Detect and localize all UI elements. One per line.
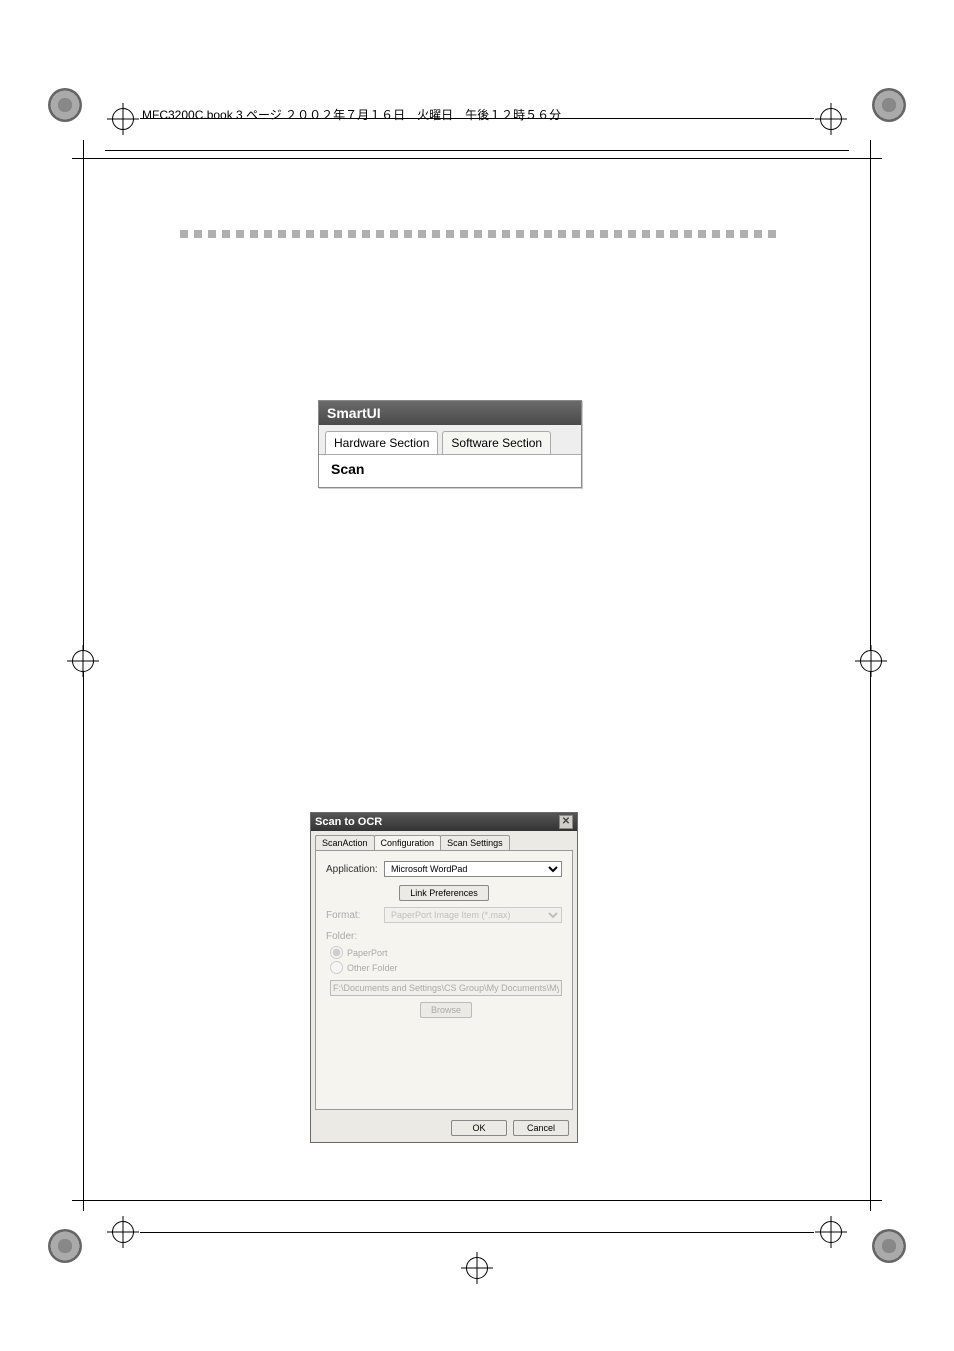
format-select: PaperPort Image Item (*.max) [384, 907, 562, 923]
dialog-titlebar: Scan to OCR ✕ [311, 813, 577, 831]
format-label: Format: [326, 910, 378, 921]
tab-scanaction[interactable]: ScanAction [315, 835, 375, 850]
close-button[interactable]: ✕ [559, 815, 573, 829]
browse-button: Browse [420, 1002, 472, 1018]
cancel-button[interactable]: Cancel [513, 1120, 569, 1136]
dialog-button-row: OK Cancel [311, 1114, 577, 1142]
register-mark-icon [72, 650, 94, 672]
smartui-window: SmartUI Hardware Section Software Sectio… [318, 400, 582, 488]
register-mark-icon [820, 108, 842, 130]
application-label: Application: [326, 864, 378, 875]
tab-software-section[interactable]: Software Section [442, 431, 551, 454]
page-header-text: MFC3200C.book 3 ページ ２００２年７月１６日 火曜日 午後１２時… [142, 106, 561, 123]
tab-hardware-section[interactable]: Hardware Section [325, 431, 438, 454]
crop-hole-icon [48, 1229, 82, 1263]
smartui-body-label: Scan [319, 454, 581, 487]
register-mark-icon [466, 1257, 488, 1279]
crop-hole-icon [48, 88, 82, 122]
radio-paperport-label: PaperPort [347, 948, 388, 958]
tab-configuration[interactable]: Configuration [374, 835, 442, 850]
scan-to-ocr-dialog: Scan to OCR ✕ ScanAction Configuration S… [310, 812, 578, 1143]
link-preferences-button[interactable]: Link Preferences [399, 885, 489, 901]
tab-scansettings[interactable]: Scan Settings [440, 835, 510, 850]
radio-other-folder-label: Other Folder [347, 963, 398, 973]
smartui-tabstrip: Hardware Section Software Section [319, 425, 581, 454]
crop-line [140, 1232, 814, 1233]
folder-label: Folder: [326, 931, 562, 942]
crop-hole-icon [872, 1229, 906, 1263]
dialog-tabstrip: ScanAction Configuration Scan Settings [311, 831, 577, 850]
register-mark-icon [820, 1221, 842, 1243]
radio-paperport [330, 946, 343, 959]
dialog-panel: Application: Microsoft WordPad Link Pref… [315, 850, 573, 1110]
register-mark-icon [860, 650, 882, 672]
application-select[interactable]: Microsoft WordPad [384, 861, 562, 877]
folder-path-input [330, 980, 562, 996]
crop-hole-icon [872, 88, 906, 122]
register-mark-icon [112, 1221, 134, 1243]
section-divider [180, 230, 774, 238]
ok-button[interactable]: OK [451, 1120, 507, 1136]
dialog-title-text: Scan to OCR [315, 816, 382, 828]
radio-other-folder [330, 961, 343, 974]
crop-line [72, 158, 882, 159]
crop-line [105, 150, 849, 151]
register-mark-icon [112, 108, 134, 130]
folder-options: PaperPort Other Folder Browse [330, 946, 562, 1018]
crop-line [72, 1200, 882, 1201]
smartui-titlebar: SmartUI [319, 401, 581, 425]
